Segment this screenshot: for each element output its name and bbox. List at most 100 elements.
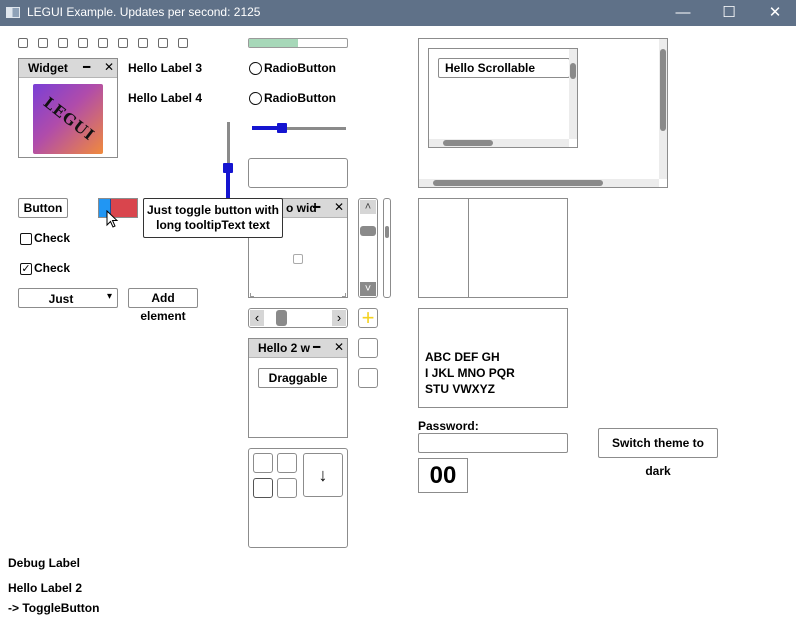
radio-label-2: RadioButton	[264, 91, 336, 105]
inner-scrollable-panel[interactable]: Hello Scrollable	[428, 48, 578, 148]
scroll-down-icon[interactable]: ˅	[360, 282, 376, 296]
text-line: STU VWXYZ	[425, 382, 496, 396]
text-line: I JKL MNO PQR	[425, 366, 515, 380]
counter-display: 00	[418, 458, 468, 493]
window-3-title: Hello 2 w	[258, 341, 311, 355]
draggable-button[interactable]: Draggable	[258, 368, 338, 388]
add-element-button[interactable]: Add element	[128, 288, 198, 323]
scroll-thumb[interactable]	[276, 310, 287, 326]
square-button[interactable]	[358, 338, 378, 358]
mini-checkbox[interactable]	[38, 38, 48, 48]
progress-fill	[249, 39, 298, 47]
chevron-down-icon: ▾	[107, 291, 113, 302]
resize-corner[interactable]	[342, 293, 346, 297]
checkbox-1-label: Check	[34, 231, 71, 245]
text-input[interactable]	[248, 158, 348, 188]
password-field[interactable]	[418, 433, 568, 453]
hello-label-2: Hello Label 2	[8, 581, 83, 595]
scrollable-panel[interactable]: Hello Scrollable	[418, 38, 668, 188]
cursor-icon	[106, 210, 119, 228]
maximize-button[interactable]: ☐	[706, 0, 752, 26]
tooltip-line-1: Just toggle button with	[147, 203, 279, 217]
inner-horizontal-scrollbar[interactable]	[429, 139, 569, 147]
minimize-button[interactable]: —	[660, 0, 706, 26]
mini-checkbox[interactable]	[138, 38, 148, 48]
hello-label-4: Hello Label 4	[128, 91, 203, 105]
tooltip: Just toggle button with long tooltipText…	[143, 198, 283, 238]
button[interactable]: Button	[18, 198, 68, 218]
checkbox-2[interactable]: ✓	[20, 263, 32, 275]
down-arrow-icon[interactable]: ↓	[303, 453, 343, 497]
close-button[interactable]: ✕	[752, 0, 796, 26]
mini-checkbox[interactable]	[118, 38, 128, 48]
inner-vertical-scrollbar[interactable]	[569, 49, 577, 139]
resize-corner[interactable]	[250, 293, 254, 297]
radio-button-2[interactable]	[249, 92, 262, 105]
hello-label-3: Hello Label 3	[128, 61, 203, 75]
widget-header[interactable]: Widget ━ ✕	[19, 59, 117, 78]
progress-bar	[248, 38, 348, 48]
password-label: Password:	[418, 419, 479, 433]
debug-label: Debug Label	[8, 556, 81, 570]
square-button[interactable]	[358, 368, 378, 388]
checkbox-1[interactable]	[20, 233, 32, 245]
radio-button-1[interactable]	[249, 62, 262, 75]
scroll-thumb[interactable]	[570, 63, 576, 79]
app-icon	[6, 7, 20, 18]
minimize-icon[interactable]: ━	[313, 200, 320, 214]
mini-checkbox[interactable]	[98, 38, 108, 48]
grid-cell[interactable]	[253, 478, 273, 498]
slider-thumb[interactable]	[223, 163, 233, 173]
text-area-content: ABC DEF GH I JKL MNO PQR STU VWXYZ	[425, 349, 515, 397]
mini-checkbox[interactable]	[178, 38, 188, 48]
window-titlebar: LEGUI Example. Updates per second: 2125 …	[0, 0, 796, 26]
scroll-thumb[interactable]	[360, 226, 376, 236]
text-area[interactable]: ABC DEF GH I JKL MNO PQR STU VWXYZ	[418, 308, 568, 408]
horizontal-scrollbar[interactable]: ‹ ›	[248, 308, 348, 328]
scroll-thumb[interactable]	[433, 180, 603, 186]
select-value: Just	[48, 292, 74, 306]
grid-cell[interactable]	[277, 453, 297, 473]
mini-checkbox[interactable]	[78, 38, 88, 48]
grid-cell[interactable]	[277, 478, 297, 498]
thin-vertical-scrollbar[interactable]	[383, 198, 391, 298]
scroll-up-icon[interactable]: ˄	[360, 200, 376, 214]
widget-window[interactable]: Widget ━ ✕ LEGUI	[18, 58, 118, 158]
grid-cell[interactable]	[253, 453, 273, 473]
close-icon[interactable]: ✕	[104, 60, 114, 74]
outer-horizontal-scrollbar[interactable]	[419, 179, 659, 187]
switch-theme-button[interactable]: Switch theme to dark	[598, 428, 718, 478]
mini-checkbox[interactable]	[58, 38, 68, 48]
slider-thumb[interactable]	[277, 123, 287, 133]
scroll-thumb[interactable]	[443, 140, 493, 146]
vertical-scrollbar[interactable]: ˄ ˅	[358, 198, 378, 298]
vertical-slider[interactable]	[222, 122, 234, 198]
scroll-thumb[interactable]	[660, 49, 666, 131]
scroll-thumb[interactable]	[385, 226, 389, 238]
window-3[interactable]: Hello 2 w ━ ✕ Draggable	[248, 338, 348, 438]
toggle-event-label: -> ToggleButton	[8, 601, 100, 615]
minimize-icon[interactable]: ━	[83, 60, 90, 74]
radio-label-1: RadioButton	[264, 61, 336, 75]
window-title: LEGUI Example. Updates per second: 2125	[27, 5, 261, 19]
mini-checkbox[interactable]	[18, 38, 28, 48]
layout-panel: ↓	[248, 448, 348, 548]
outer-vertical-scrollbar[interactable]	[659, 39, 667, 179]
scroll-right-icon[interactable]: ›	[332, 310, 346, 326]
select-box[interactable]: Just ▾	[18, 288, 118, 308]
minimize-icon[interactable]: ━	[313, 340, 320, 354]
plus-icon[interactable]: +	[358, 307, 378, 329]
mini-checkbox[interactable]	[158, 38, 168, 48]
text-line: ABC DEF GH	[425, 350, 500, 364]
scrollable-label: Hello Scrollable	[438, 58, 570, 78]
window-3-header[interactable]: Hello 2 w ━ ✕	[249, 339, 347, 358]
horizontal-slider[interactable]	[252, 122, 346, 134]
close-icon[interactable]: ✕	[334, 340, 344, 354]
widget-title: Widget	[28, 61, 68, 75]
scroll-left-icon[interactable]: ‹	[250, 310, 264, 326]
close-icon[interactable]: ✕	[334, 200, 344, 214]
inner-checkbox[interactable]	[293, 254, 303, 264]
empty-panel	[468, 198, 568, 298]
logo-text: LEGUI	[39, 93, 99, 145]
legui-logo-image: LEGUI	[33, 84, 103, 154]
